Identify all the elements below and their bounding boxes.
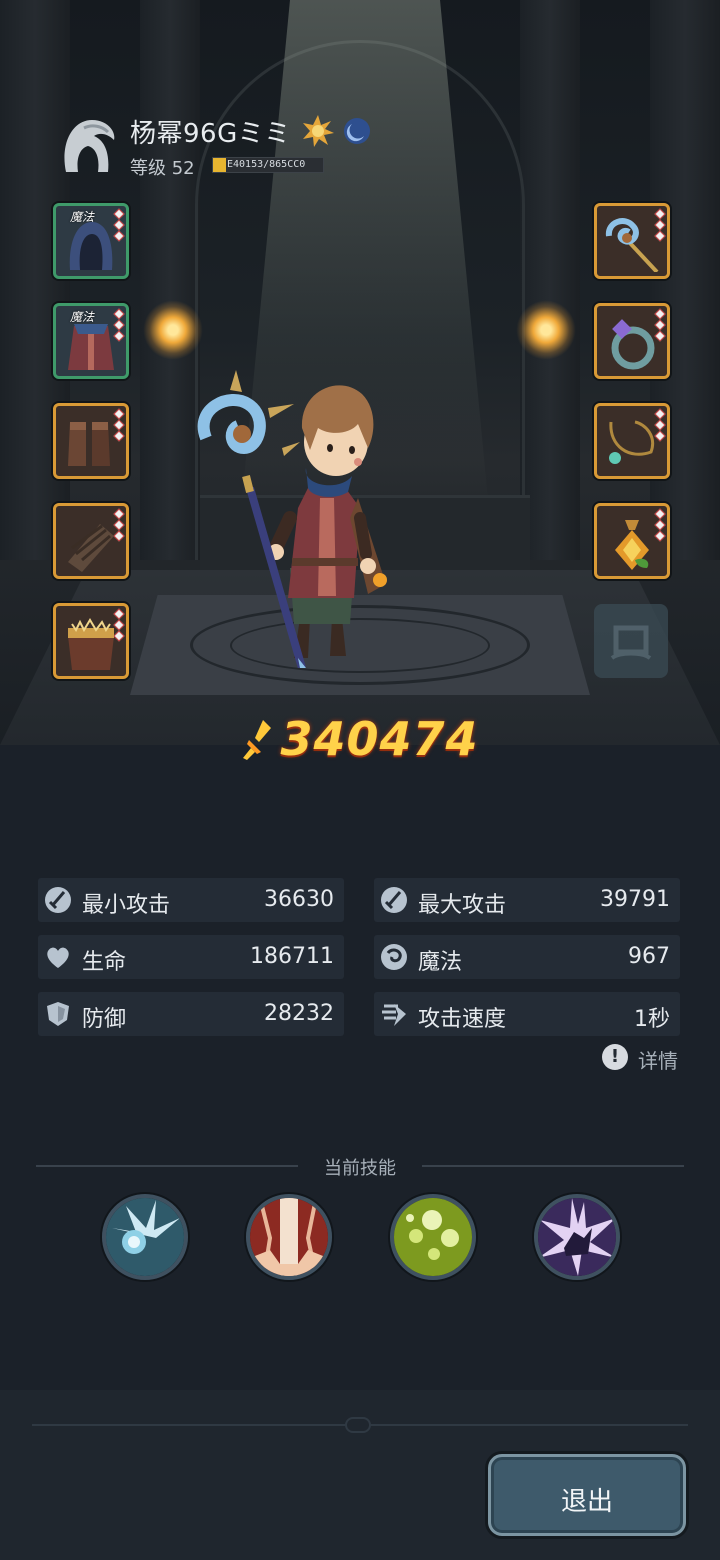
exp-bar-fill <box>213 158 227 172</box>
skills-title: 当前技能 <box>324 1158 396 1179</box>
footer-divider-ornament <box>345 1417 371 1433</box>
scene-pillar <box>520 0 580 560</box>
sun-badge-icon[interactable] <box>301 114 335 148</box>
exit-button[interactable]: 退出 <box>488 1454 686 1536</box>
avatar-hood-icon[interactable] <box>58 114 120 176</box>
skill-fire-pillar[interactable] <box>246 1194 332 1280</box>
stat-label: 生命 <box>82 950 127 975</box>
torch-right <box>516 300 576 360</box>
equip-slot-robe[interactable]: 魔法 <box>53 303 129 379</box>
heart-icon <box>47 947 69 968</box>
stat-label: 最小攻击 <box>82 893 171 918</box>
stat-label: 最大攻击 <box>418 893 507 918</box>
equip-slot-amulet[interactable] <box>594 503 670 579</box>
poison-bubbles-skill-icon <box>394 1198 472 1276</box>
amulet-icon <box>615 520 649 570</box>
stat-max-attack: 最大攻击 39791 <box>374 878 680 922</box>
sword-icon <box>45 887 71 913</box>
info-icon: ! <box>602 1044 628 1070</box>
stat-value: 36630 <box>264 887 334 912</box>
stat-magic: 魔法 967 <box>374 935 680 979</box>
shield-icon <box>47 1002 69 1026</box>
stat-value: 967 <box>628 944 670 969</box>
boots-icon <box>68 422 110 466</box>
player-level: 等级 52 <box>130 158 195 179</box>
equip-slot-necklace[interactable] <box>594 403 670 479</box>
torch-left <box>143 300 203 360</box>
stat-attack-speed: 攻击速度 1秒 <box>374 992 680 1036</box>
magic-swirl-icon <box>381 944 407 970</box>
sword-power-icon <box>243 720 272 760</box>
belt-armor-icon <box>68 618 114 670</box>
stat-label: 攻击速度 <box>418 1007 507 1032</box>
shadow-burst-skill-icon <box>538 1198 616 1276</box>
stat-min-attack: 最小攻击 36630 <box>38 878 344 922</box>
exp-text: E40153/865CC0 <box>227 159 306 170</box>
skill-shadow-burst[interactable] <box>534 1194 620 1280</box>
ring-icon <box>611 319 655 370</box>
robe-icon <box>68 324 114 370</box>
combat-power: 340474 <box>0 712 720 766</box>
exp-bar: E40153/865CC0 <box>212 157 324 173</box>
hero-character <box>197 370 387 668</box>
equip-slot-hood[interactable]: 魔法 <box>53 203 129 279</box>
ice-orb-skill-icon <box>106 1198 184 1276</box>
exit-label: 退出 <box>560 1487 613 1517</box>
stat-label: 魔法 <box>418 950 463 975</box>
details-label: 详情 <box>638 1049 678 1073</box>
staff-icon <box>605 218 659 272</box>
hood-icon <box>69 222 113 270</box>
empty-equip-slot[interactable] <box>594 604 668 678</box>
combat-power-value: 340474 <box>280 712 479 766</box>
equip-slot-belt[interactable] <box>53 603 129 679</box>
stat-label: 防御 <box>82 1007 127 1032</box>
empty-slot-icon <box>610 625 652 660</box>
stat-value: 1秒 <box>634 1007 670 1032</box>
moon-badge-icon[interactable] <box>342 116 372 146</box>
skill-poison-bubbles[interactable] <box>390 1194 476 1280</box>
fire-pillar-skill-icon <box>250 1198 328 1276</box>
stat-value: 186711 <box>250 944 334 969</box>
sword-icon <box>381 887 407 913</box>
stat-life: 生命 186711 <box>38 935 344 979</box>
equip-slot-boots[interactable] <box>53 403 129 479</box>
bracers-icon <box>68 524 114 572</box>
speed-icon <box>382 1004 406 1026</box>
stat-value: 39791 <box>600 887 670 912</box>
stat-defense: 防御 28232 <box>38 992 344 1036</box>
necklace-icon <box>609 420 654 464</box>
skill-ice-orb[interactable] <box>102 1194 188 1280</box>
equip-slot-ring[interactable] <box>594 303 670 379</box>
equip-slot-bracers[interactable] <box>53 503 129 579</box>
player-name: 杨幂96Gミミ <box>130 119 291 149</box>
equip-slot-staff[interactable] <box>594 203 670 279</box>
stat-value: 28232 <box>264 1001 334 1026</box>
